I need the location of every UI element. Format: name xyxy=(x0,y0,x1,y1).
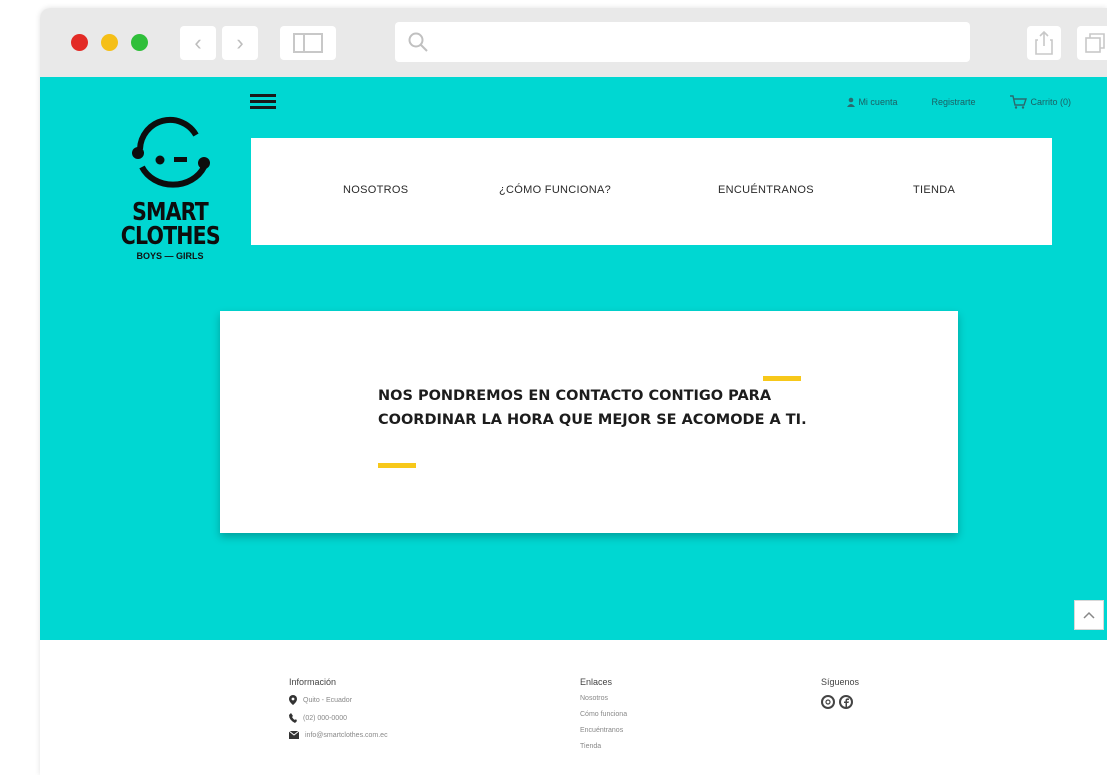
hamburger-menu-icon[interactable] xyxy=(250,94,276,110)
register-link-label: Registrarte xyxy=(931,97,976,107)
footer-info-title: Información xyxy=(289,677,337,687)
nav-item-como-funciona[interactable]: ¿CÓMO FUNCIONA? xyxy=(499,184,611,196)
nav-item-encuentranos[interactable]: ENCUÉNTRANOS xyxy=(718,184,814,196)
footer-follow-column: Síguenos xyxy=(821,677,859,709)
cart-icon xyxy=(1010,95,1028,109)
location-pin-icon xyxy=(289,695,297,705)
register-link[interactable]: Registrarte xyxy=(931,97,975,107)
scroll-to-top-button[interactable] xyxy=(1074,600,1104,630)
address-bar[interactable] xyxy=(395,22,970,62)
forward-button[interactable]: › xyxy=(222,26,258,60)
phone-icon xyxy=(289,713,297,723)
cart-link-label: Carrito (0) xyxy=(1030,97,1071,107)
account-link-label: Mi cuenta xyxy=(858,97,898,107)
facebook-icon[interactable] xyxy=(839,695,853,709)
share-button[interactable] xyxy=(1027,26,1061,60)
new-tab-button[interactable] xyxy=(1077,26,1107,60)
footer-link-tienda[interactable]: Tienda xyxy=(580,743,627,750)
account-link[interactable]: Mi cuenta xyxy=(847,97,897,107)
nav-item-tienda[interactable]: TIENDA xyxy=(913,184,955,196)
sidebar-toggle-button[interactable] xyxy=(280,26,336,60)
footer-address: Quito - Ecuador xyxy=(289,695,388,705)
site-hero: Mi cuenta Registrarte Carrito (0) SMART … xyxy=(40,77,1107,640)
browser-window: ‹ › Mi cuenta Registrarte Carrito (0) SM… xyxy=(40,8,1107,775)
sidebar-icon xyxy=(293,33,323,53)
smiley-headphones-icon xyxy=(132,116,210,188)
footer-links-title: Enlaces xyxy=(580,677,613,687)
accent-bar-bottom xyxy=(378,463,416,468)
accent-bar-top xyxy=(763,376,801,381)
brand-logo[interactable]: SMART CLOTHES BOYS — GIRLS xyxy=(110,115,230,261)
maximize-window-button[interactable] xyxy=(131,34,148,51)
back-icon: ‹ xyxy=(194,30,202,55)
forward-icon: › xyxy=(236,30,244,55)
footer-follow-title: Síguenos xyxy=(821,677,860,687)
logo-tagline: BOYS — GIRLS xyxy=(136,251,204,261)
footer-link-como-funciona[interactable]: Cómo funciona xyxy=(580,711,627,718)
site-footer: Información Quito - Ecuador (02) 000-000… xyxy=(40,640,1107,775)
footer-links-column: Enlaces Nosotros Cómo funciona Encuéntra… xyxy=(580,677,627,759)
nav-item-nosotros[interactable]: NOSOTROS xyxy=(343,184,408,196)
footer-email-text[interactable]: info@smartclothes.com.ec xyxy=(305,732,388,739)
footer-email: info@smartclothes.com.ec xyxy=(289,731,388,739)
tabs-icon xyxy=(1085,33,1105,53)
cart-link[interactable]: Carrito (0) xyxy=(1009,95,1071,109)
browser-toolbar: ‹ › xyxy=(40,8,1107,77)
footer-info-column: Información Quito - Ecuador (02) 000-000… xyxy=(289,677,388,747)
minimize-window-button[interactable] xyxy=(101,34,118,51)
confirmation-message: NOS PONDREMOS EN CONTACTO CONTIGO PARA C… xyxy=(378,388,807,428)
mail-icon xyxy=(289,731,299,739)
back-button[interactable]: ‹ xyxy=(180,26,216,60)
close-window-button[interactable] xyxy=(71,34,88,51)
main-nav: NOSOTROS ¿CÓMO FUNCIONA? ENCUÉNTRANOS TI… xyxy=(251,138,1052,245)
user-icon xyxy=(847,97,856,107)
search-icon xyxy=(408,32,428,52)
logo-word-clothes: CLOTHES xyxy=(120,221,221,250)
page: ‹ › Mi cuenta Registrarte Carrito (0) SM… xyxy=(0,0,1107,775)
share-icon xyxy=(1035,30,1053,55)
instagram-icon[interactable] xyxy=(821,695,835,709)
footer-link-encuentranos[interactable]: Encuéntranos xyxy=(580,727,627,734)
footer-phone: (02) 000-0000 xyxy=(289,713,388,723)
confirmation-card: NOS PONDREMOS EN CONTACTO CONTIGO PARA C… xyxy=(220,311,958,533)
footer-link-nosotros[interactable]: Nosotros xyxy=(580,695,627,702)
top-links: Mi cuenta Registrarte Carrito (0) xyxy=(847,95,1071,109)
footer-phone-text[interactable]: (02) 000-0000 xyxy=(303,715,347,722)
social-links xyxy=(821,695,859,709)
chevron-up-icon xyxy=(1083,611,1095,619)
footer-address-text: Quito - Ecuador xyxy=(303,696,353,704)
